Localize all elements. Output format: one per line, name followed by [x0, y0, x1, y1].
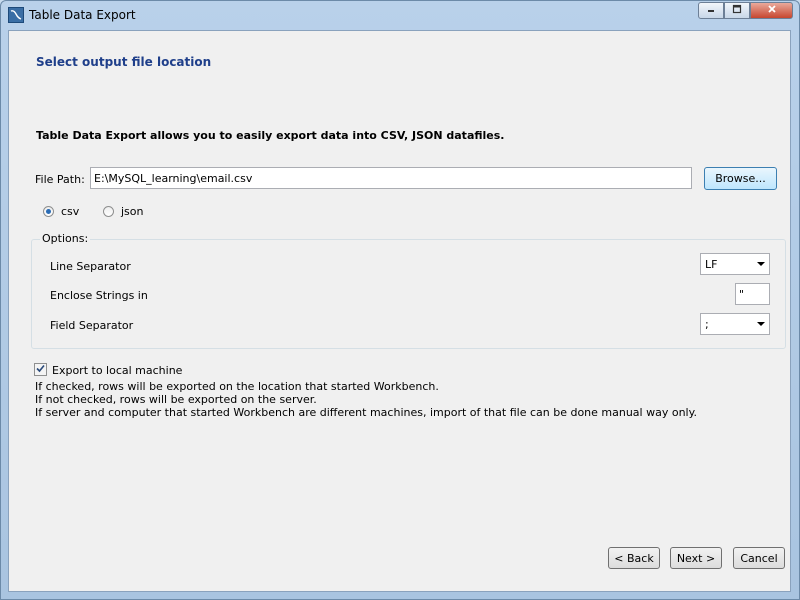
window-title: Table Data Export: [29, 8, 136, 22]
browse-button[interactable]: Browse...: [704, 167, 777, 190]
maximize-icon: [732, 4, 742, 17]
chevron-down-icon: [757, 262, 765, 266]
field-separator-select[interactable]: ;: [700, 313, 770, 335]
title-bar[interactable]: Table Data Export: [1, 1, 799, 29]
line-separator-label: Line Separator: [50, 260, 131, 273]
back-button[interactable]: < Back: [608, 547, 660, 569]
page-title: Select output file location: [36, 55, 212, 69]
close-button[interactable]: [750, 2, 793, 19]
mysql-workbench-icon: [8, 7, 24, 23]
radio-csv-label: csv: [61, 205, 80, 218]
line-separator-value: LF: [705, 257, 718, 271]
export-local-checkbox[interactable]: [34, 363, 47, 376]
cancel-button[interactable]: Cancel: [733, 547, 785, 569]
help-text-not-checked: If not checked, rows will be exported on…: [35, 393, 317, 406]
dialog-window: Table Data Export Select output file loc…: [0, 0, 800, 600]
file-path-input[interactable]: [90, 167, 692, 189]
checkmark-icon: [36, 363, 45, 376]
minimize-button[interactable]: [698, 2, 724, 19]
maximize-button[interactable]: [724, 2, 750, 19]
next-button[interactable]: Next >: [670, 547, 722, 569]
help-text-different-machines: If server and computer that started Work…: [35, 406, 698, 419]
line-separator-select[interactable]: LF: [700, 253, 770, 275]
export-local-label: Export to local machine: [52, 364, 183, 377]
dialog-body: Select output file location Table Data E…: [8, 30, 791, 592]
enclose-strings-label: Enclose Strings in: [50, 289, 148, 302]
field-separator-label: Field Separator: [50, 319, 134, 332]
close-icon: [767, 4, 777, 17]
radio-csv-indicator[interactable]: [43, 206, 54, 217]
enclose-strings-input[interactable]: [735, 283, 770, 305]
file-path-label: File Path:: [35, 173, 85, 186]
window-controls: [698, 2, 793, 21]
intro-text: Table Data Export allows you to easily e…: [36, 129, 505, 142]
radio-csv[interactable]: csv: [43, 205, 79, 218]
radio-json-indicator[interactable]: [103, 206, 114, 217]
options-legend: Options:: [40, 232, 91, 245]
chevron-down-icon: [757, 322, 765, 326]
field-separator-value: ;: [705, 317, 709, 331]
help-text-checked: If checked, rows will be exported on the…: [35, 380, 439, 393]
radio-json-label: json: [121, 205, 144, 218]
radio-json[interactable]: json: [103, 205, 144, 218]
minimize-icon: [706, 4, 716, 17]
